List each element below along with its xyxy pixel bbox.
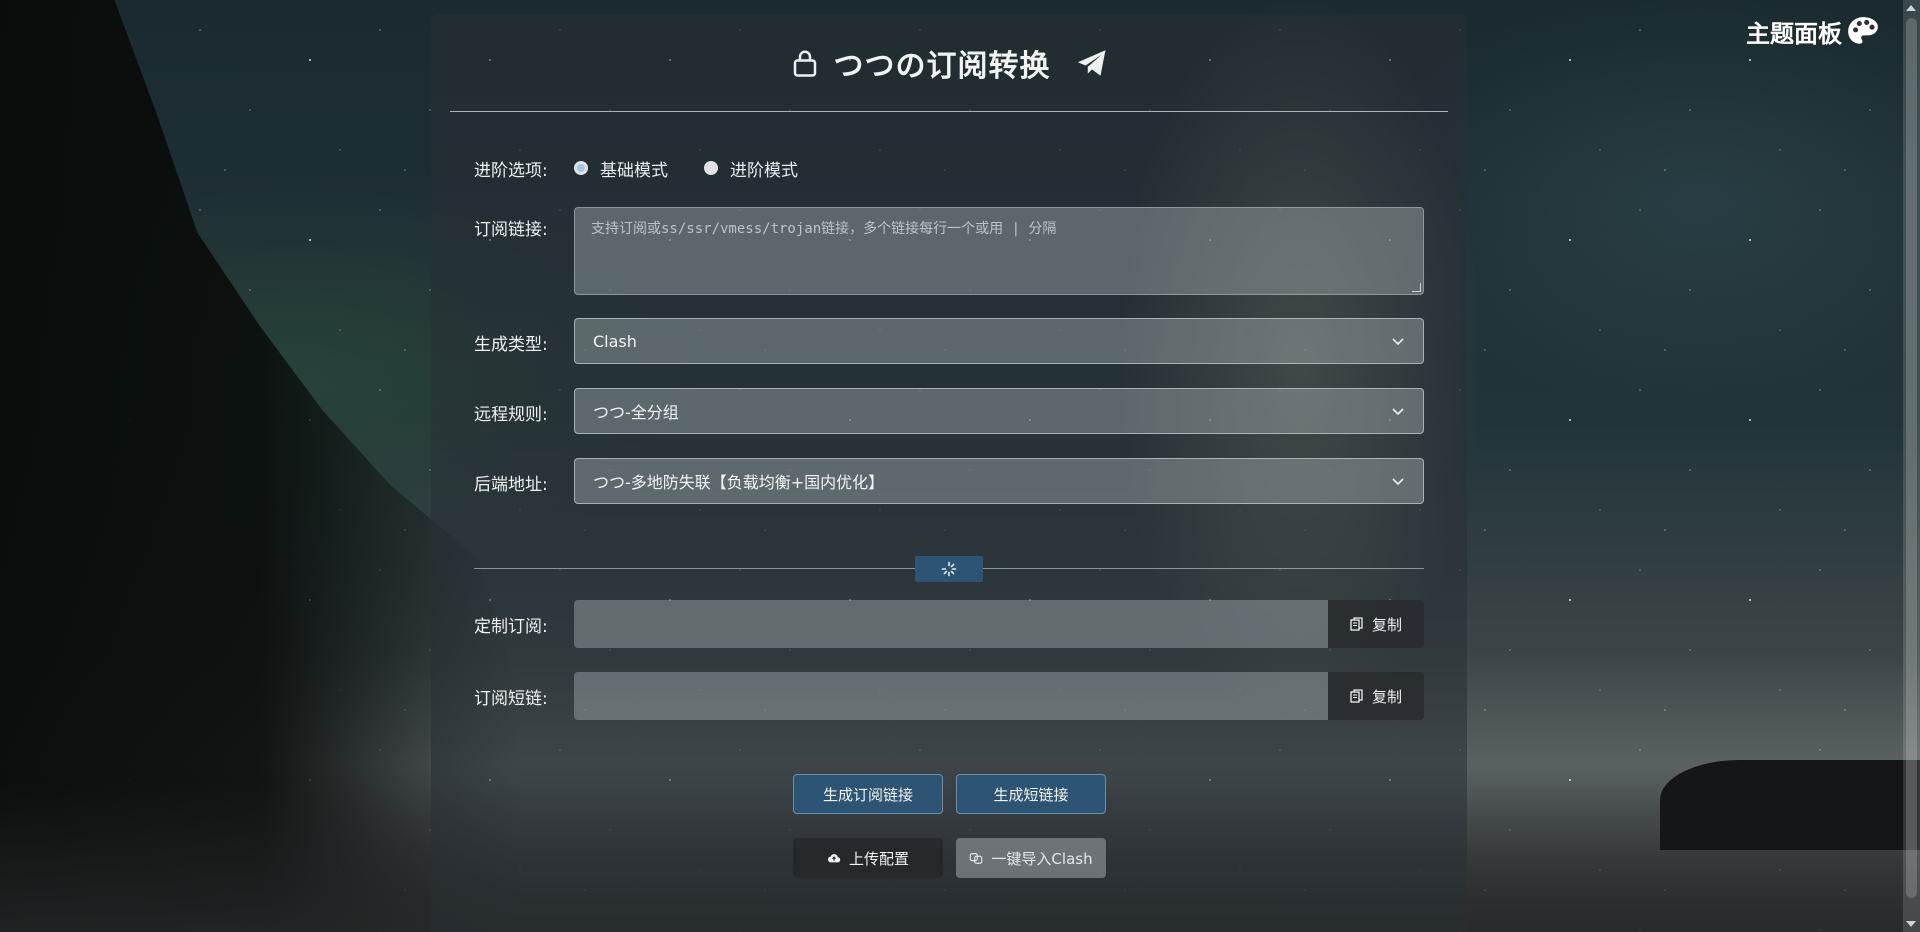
generate-short-label: 生成短链接: [993, 785, 1069, 804]
lock-icon: [793, 50, 816, 77]
spinner-icon: [941, 561, 957, 577]
theme-panel-label: 主题面板: [1746, 20, 1842, 48]
short-link-group: 复制: [574, 672, 1424, 720]
subscription-label: 订阅链接:: [474, 220, 548, 240]
subscription-placeholder: 支持订阅或ss/ssr/vmess/trojan链接，多个链接每行一个或用 | …: [591, 221, 1057, 237]
generate-sub-label: 生成订阅链接: [822, 785, 913, 804]
background-island: [1660, 760, 1920, 850]
theme-panel-button[interactable]: 主题面板: [1746, 14, 1880, 49]
radio-basic-mode[interactable]: 基础模式: [574, 156, 668, 181]
target-type-select[interactable]: Clash: [574, 318, 1424, 364]
short-link-row: 订阅短链: 复制: [474, 672, 1424, 720]
copy-custom-sub-button[interactable]: 复制: [1328, 600, 1424, 648]
import-clash-label: 一键导入Clash: [991, 849, 1093, 868]
upload-config-label: 上传配置: [848, 849, 909, 868]
cloud-upload-icon: [827, 854, 841, 863]
remote-config-value: つつ-全分组: [593, 403, 679, 422]
import-clash-button[interactable]: 一键导入Clash: [956, 838, 1106, 878]
divider-toggle-button[interactable]: [915, 556, 983, 582]
remote-config-select[interactable]: つつ-全分组: [574, 388, 1424, 434]
resize-grip-icon[interactable]: [1412, 283, 1421, 292]
converter-card: つつの订阅转换 进阶选项: 基础模式 进阶模式 订阅链接: 支持订阅或ss/ss…: [431, 14, 1467, 932]
radio-advanced-mode[interactable]: 进阶模式: [704, 156, 798, 181]
remote-config-row: 远程规则: つつ-全分组: [474, 388, 1424, 434]
radio-advanced-dot[interactable]: [704, 161, 718, 175]
copy-icon: [1350, 617, 1363, 631]
subscription-textarea[interactable]: 支持订阅或ss/ssr/vmess/trojan链接，多个链接每行一个或用 | …: [574, 207, 1424, 295]
copy-short-link-button[interactable]: 复制: [1328, 672, 1424, 720]
target-type-label: 生成类型:: [474, 335, 548, 355]
remote-config-label: 远程规则:: [474, 405, 548, 425]
backend-row: 后端地址: つつ-多地防失联【负载均衡+国内优化】: [474, 458, 1424, 504]
scroll-up-arrow-icon[interactable]: [1906, 5, 1916, 11]
scroll-down-arrow-icon[interactable]: [1906, 921, 1916, 927]
scrollbar-thumb[interactable]: [1906, 18, 1917, 898]
backend-select[interactable]: つつ-多地防失联【负载均衡+国内优化】: [574, 458, 1424, 504]
chevron-down-icon: [1392, 408, 1404, 416]
generate-short-button[interactable]: 生成短链接: [956, 774, 1106, 814]
radio-advanced-label: 进阶模式: [730, 160, 798, 181]
short-link-input[interactable]: [574, 672, 1328, 720]
custom-sub-label: 定制订阅:: [474, 617, 548, 637]
copy-short-link-label: 复制: [1371, 687, 1402, 706]
chevron-down-icon: [1392, 338, 1404, 346]
custom-sub-row: 定制订阅: 复制: [474, 600, 1424, 648]
chevron-down-icon: [1392, 478, 1404, 486]
page-title: つつの订阅转换: [833, 48, 1051, 84]
copy-custom-sub-label: 复制: [1371, 615, 1402, 634]
mode-label: 进阶选项:: [474, 161, 548, 181]
page-scrollbar[interactable]: [1903, 0, 1920, 932]
custom-sub-input[interactable]: [574, 600, 1328, 648]
subscription-row: 订阅链接: 支持订阅或ss/ssr/vmess/trojan链接，多个链接每行一…: [474, 207, 1424, 295]
radio-basic-dot[interactable]: [574, 161, 588, 175]
backend-value: つつ-多地防失联【负载均衡+国内优化】: [593, 473, 885, 492]
link-icon: [970, 853, 983, 864]
mode-radio-group: 基础模式 进阶模式: [574, 148, 798, 181]
card-header: つつの订阅转换: [450, 14, 1448, 112]
palette-icon: [1848, 16, 1878, 44]
target-type-value: Clash: [593, 331, 637, 351]
radio-basic-label: 基础模式: [600, 160, 668, 181]
copy-icon: [1350, 689, 1363, 703]
generate-sub-button[interactable]: 生成订阅链接: [793, 774, 943, 814]
backend-label: 后端地址:: [474, 475, 548, 495]
custom-sub-group: 复制: [574, 600, 1424, 648]
telegram-icon[interactable]: [1075, 46, 1109, 80]
mode-row: 进阶选项: 基础模式 进阶模式: [474, 148, 1424, 182]
target-type-row: 生成类型: Clash: [474, 318, 1424, 364]
short-link-label: 订阅短链:: [474, 689, 548, 709]
upload-config-button[interactable]: 上传配置: [793, 838, 943, 878]
